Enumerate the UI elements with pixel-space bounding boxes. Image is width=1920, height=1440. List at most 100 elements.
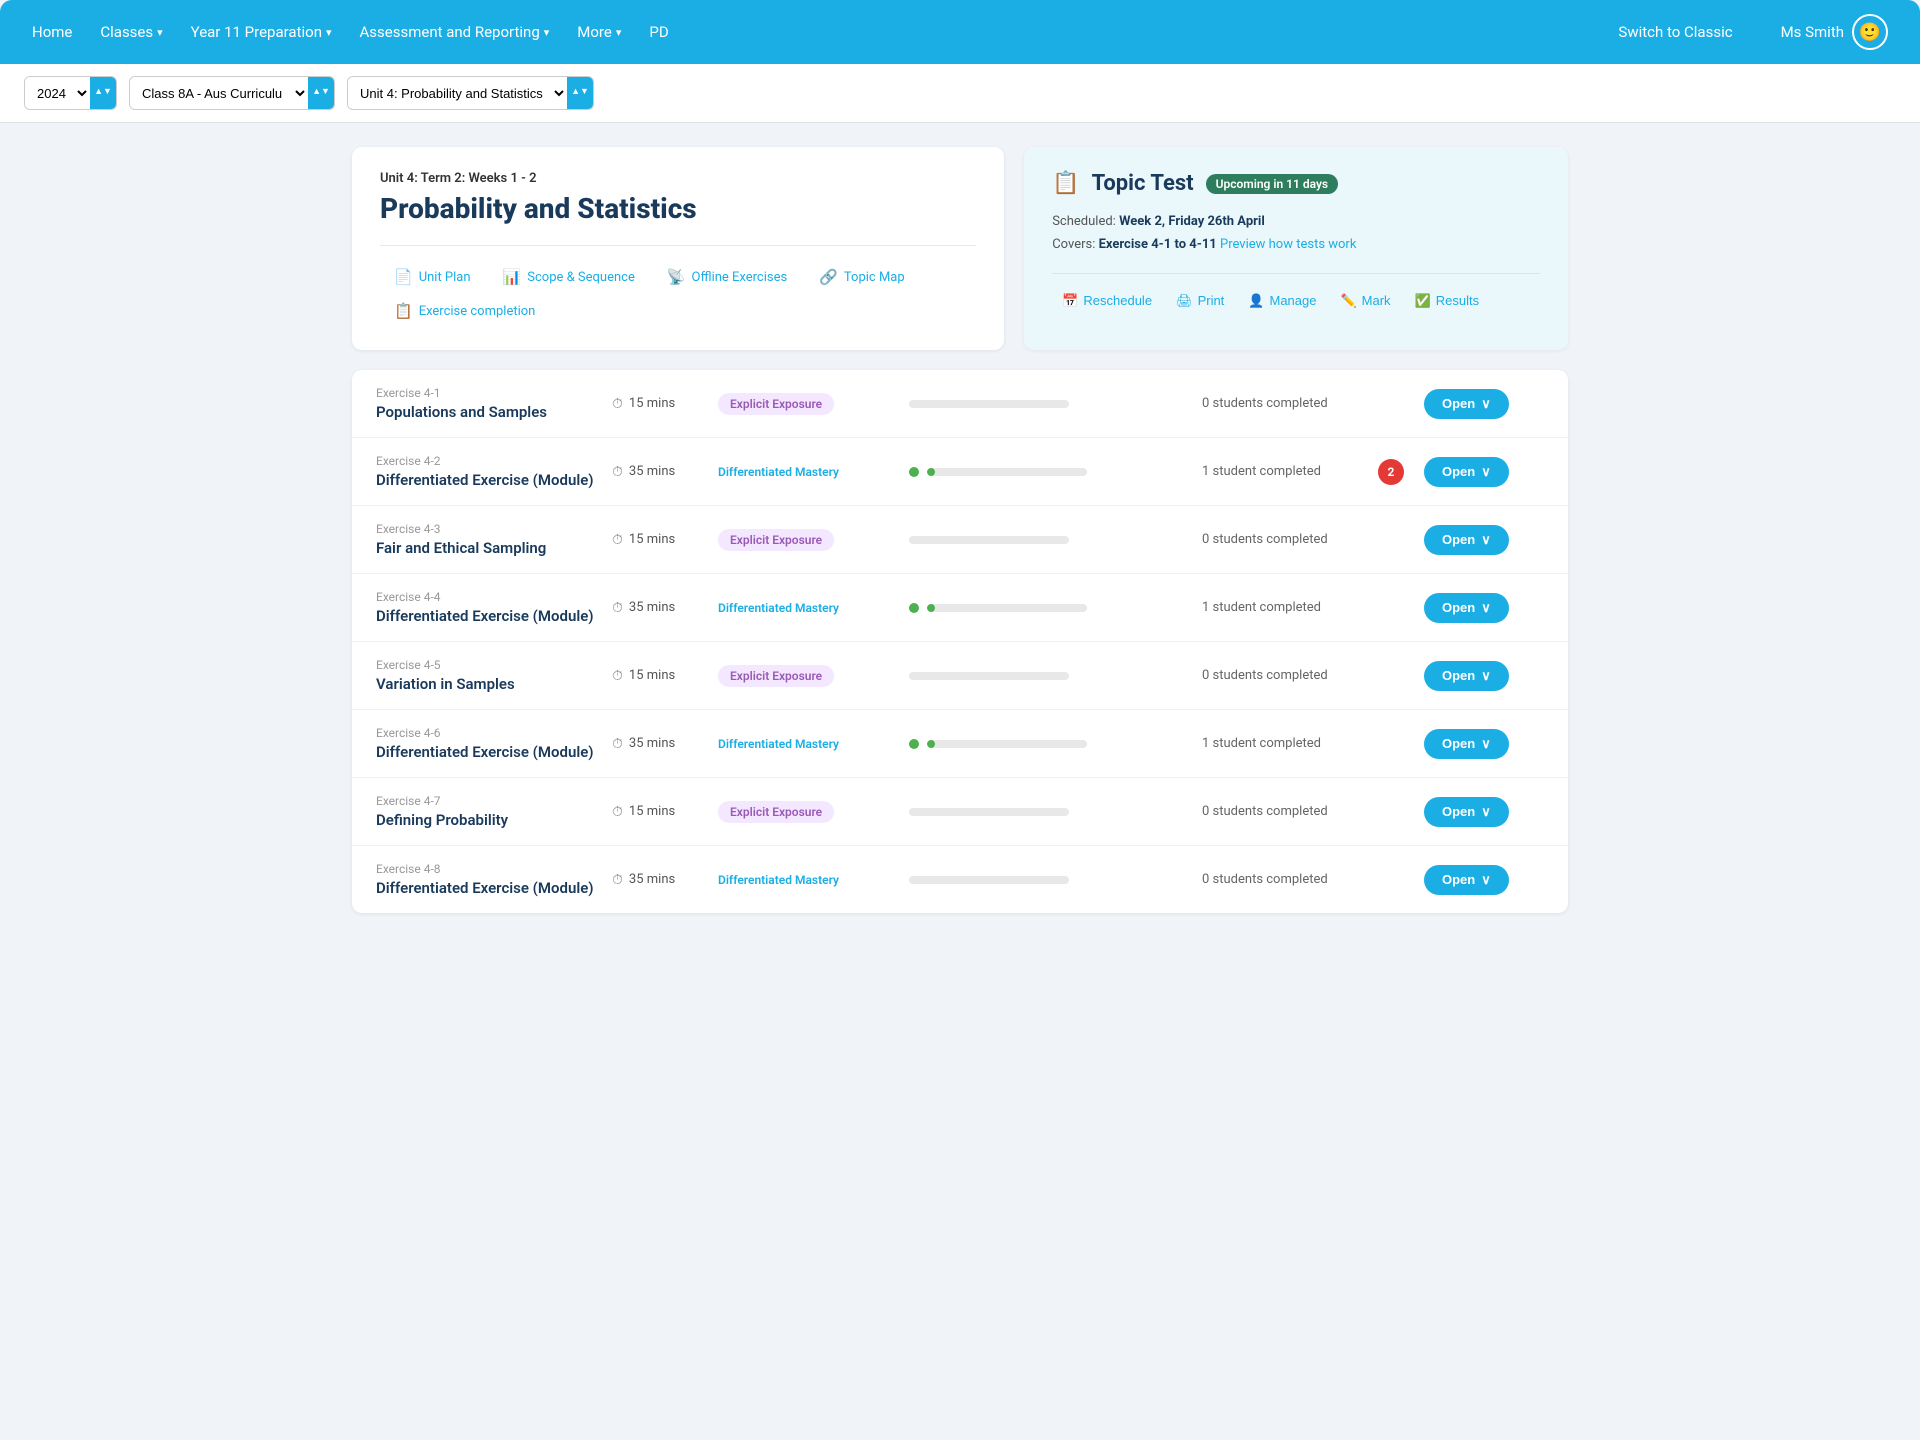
test-info: Scheduled: Week 2, Friday 26th April Cov… (1052, 210, 1540, 257)
nav-classes[interactable]: Classes (100, 23, 162, 41)
exercise-actions-3: Open ∨ (1424, 593, 1544, 623)
user-menu-button[interactable]: Ms Smith 🙂 (1781, 14, 1888, 50)
time-value-3: 35 mins (629, 600, 675, 615)
mark-label: Mark (1362, 293, 1391, 308)
exercise-num-0: Exercise 4-1 (376, 386, 596, 400)
open-chevron-6: ∨ (1481, 804, 1491, 820)
clock-icon-4: ⏱ (612, 668, 623, 684)
time-value-1: 35 mins (629, 464, 675, 479)
exercise-completed-5: 1 student completed (1202, 736, 1362, 751)
open-label-1: Open (1442, 464, 1475, 479)
exercise-type-badge-5: Differentiated Mastery (718, 733, 839, 755)
test-action-manage[interactable]: 👤Manage (1238, 288, 1326, 314)
year-select-arrows: ▲▼ (90, 77, 116, 109)
badge-count-1: 2 (1378, 459, 1404, 485)
top-cards-row: Unit 4: Term 2: Weeks 1 - 2 Probability … (352, 147, 1568, 350)
progress-dot-3 (909, 603, 919, 613)
open-button-1[interactable]: Open ∨ (1424, 457, 1509, 487)
open-button-7[interactable]: Open ∨ (1424, 865, 1509, 895)
progress-bar-7 (909, 876, 1069, 884)
year-select-wrap[interactable]: 2024 ▲▼ (24, 76, 117, 110)
unit-plan-label: Unit Plan (419, 270, 471, 285)
open-button-4[interactable]: Open ∨ (1424, 661, 1509, 691)
unit-tab-unit-plan[interactable]: 📄Unit Plan (380, 262, 485, 292)
clock-icon-3: ⏱ (612, 600, 623, 616)
topic-map-icon: 🔗 (819, 268, 838, 286)
exercise-type-badge-0: Explicit Exposure (718, 393, 834, 415)
nav-home[interactable]: Home (32, 23, 72, 41)
open-label-2: Open (1442, 532, 1475, 547)
unit-meta-value: Term 2: Weeks 1 - 2 (421, 171, 537, 186)
exercise-row: Exercise 4-6 Differentiated Exercise (Mo… (352, 710, 1568, 778)
nav-year11[interactable]: Year 11 Preparation (191, 23, 332, 41)
exercise-name-0: Populations and Samples (376, 403, 596, 421)
exercise-actions-7: Open ∨ (1424, 865, 1544, 895)
unit-select-wrap[interactable]: Unit 4: Probability and Statistics ▲▼ (347, 76, 594, 110)
scheduled-label: Scheduled: (1052, 214, 1116, 229)
nav-more[interactable]: More (577, 23, 621, 41)
exercise-info-4: Exercise 4-5 Variation in Samples (376, 658, 596, 693)
switch-classic-button[interactable]: Switch to Classic (1618, 23, 1732, 41)
clock-icon-7: ⏱ (612, 872, 623, 888)
progress-bar-2 (909, 536, 1069, 544)
nav-assessment[interactable]: Assessment and Reporting (360, 23, 550, 41)
class-select[interactable]: Class 8A - Aus Curriculu (130, 77, 308, 109)
badge-wrap-1: 2 (1378, 459, 1408, 485)
exercise-info-1: Exercise 4-2 Differentiated Exercise (Mo… (376, 454, 596, 489)
open-label-5: Open (1442, 736, 1475, 751)
covers-value: Exercise 4-1 to 4-11 (1099, 237, 1217, 252)
offline-exercises-icon: 📡 (667, 268, 686, 286)
open-button-3[interactable]: Open ∨ (1424, 593, 1509, 623)
exercise-progress-0 (909, 400, 1186, 408)
exercise-type-badge-1: Differentiated Mastery (718, 461, 839, 483)
year-select[interactable]: 2024 (25, 77, 90, 109)
open-chevron-0: ∨ (1481, 396, 1491, 412)
user-avatar: 🙂 (1852, 14, 1888, 50)
clock-icon-0: ⏱ (612, 396, 623, 412)
open-button-5[interactable]: Open ∨ (1424, 729, 1509, 759)
reschedule-icon: 📅 (1062, 293, 1078, 309)
open-chevron-2: ∨ (1481, 532, 1491, 548)
unit-tab-offline-exercises[interactable]: 📡Offline Exercises (653, 262, 801, 292)
exercise-type-badge-7: Differentiated Mastery (718, 869, 839, 891)
nav-pd[interactable]: PD (649, 23, 668, 41)
exercise-completed-0: 0 students completed (1202, 396, 1362, 411)
progress-bar-0 (909, 400, 1069, 408)
clock-icon-2: ⏱ (612, 532, 623, 548)
exercise-actions-2: Open ∨ (1424, 525, 1544, 555)
unit-tab-exercise-completion[interactable]: 📋Exercise completion (380, 296, 549, 326)
time-value-4: 15 mins (629, 668, 675, 683)
exercise-info-7: Exercise 4-8 Differentiated Exercise (Mo… (376, 862, 596, 897)
test-title: Topic Test (1092, 171, 1194, 196)
manage-icon: 👤 (1248, 293, 1264, 309)
main-content: Unit 4: Term 2: Weeks 1 - 2 Probability … (320, 123, 1600, 937)
unit-meta: Unit 4: Term 2: Weeks 1 - 2 (380, 171, 976, 186)
test-action-mark[interactable]: ✏️Mark (1330, 288, 1400, 314)
unit-tab-scope-sequence[interactable]: 📊Scope & Sequence (489, 262, 649, 292)
unit-tab-topic-map[interactable]: 🔗Topic Map (805, 262, 918, 292)
unit-card: Unit 4: Term 2: Weeks 1 - 2 Probability … (352, 147, 1004, 350)
preview-link[interactable]: Preview how tests work (1220, 237, 1356, 252)
test-action-print[interactable]: 🖨Print (1166, 288, 1234, 314)
open-button-0[interactable]: Open ∨ (1424, 389, 1509, 419)
exercise-completed-1: 1 student completed (1202, 464, 1362, 479)
exercise-num-5: Exercise 4-6 (376, 726, 596, 740)
exercise-type-3: Differentiated Mastery (718, 597, 893, 619)
unit-select[interactable]: Unit 4: Probability and Statistics (348, 77, 567, 109)
scope-sequence-label: Scope & Sequence (527, 270, 635, 285)
exercise-type-badge-4: Explicit Exposure (718, 665, 834, 687)
exercise-time-0: ⏱ 15 mins (612, 396, 702, 412)
exercise-type-5: Differentiated Mastery (718, 733, 893, 755)
exercises-container: Exercise 4-1 Populations and Samples ⏱ 1… (352, 370, 1568, 913)
test-action-results[interactable]: ✅Results (1405, 288, 1490, 314)
open-button-2[interactable]: Open ∨ (1424, 525, 1509, 555)
print-label: Print (1198, 293, 1225, 308)
exercise-type-1: Differentiated Mastery (718, 461, 893, 483)
time-value-0: 15 mins (629, 396, 675, 411)
exercise-type-badge-6: Explicit Exposure (718, 801, 834, 823)
test-card: 📋 Topic Test Upcoming in 11 days Schedul… (1024, 147, 1568, 350)
test-action-reschedule[interactable]: 📅Reschedule (1052, 288, 1162, 314)
class-select-wrap[interactable]: Class 8A - Aus Curriculu ▲▼ (129, 76, 335, 110)
open-button-6[interactable]: Open ∨ (1424, 797, 1509, 827)
progress-dot-1 (909, 467, 919, 477)
